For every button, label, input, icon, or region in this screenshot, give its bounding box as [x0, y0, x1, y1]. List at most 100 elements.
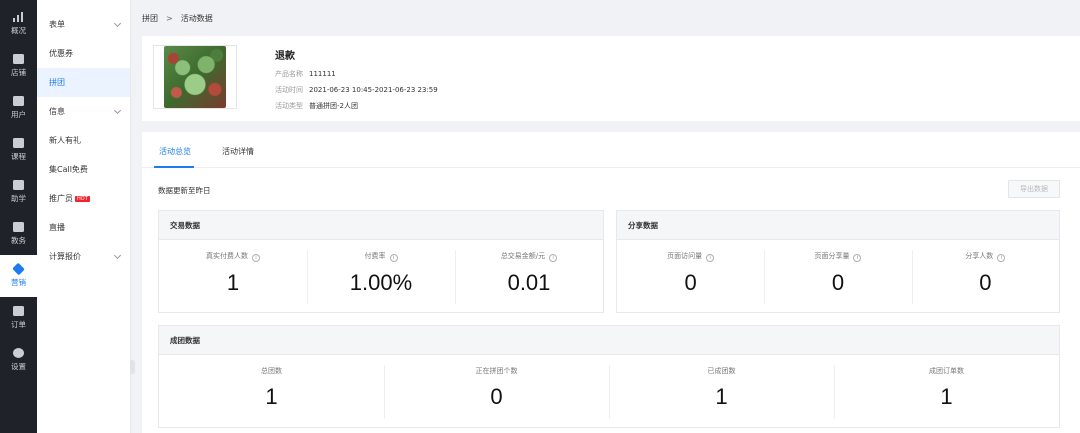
tab-overview[interactable]: 活动总览 [159, 146, 191, 157]
metric-label-wrap: 页面分享量 i [764, 251, 911, 262]
info-circle-icon[interactable]: i [706, 254, 715, 262]
metric-value: 0 [831, 270, 845, 295]
info-value: 普通拼团-2人团 [309, 102, 358, 110]
metric-label: 分享人数 [965, 252, 994, 260]
info-circle-icon[interactable]: i [389, 254, 398, 262]
rail-label: 订单 [11, 320, 26, 329]
product-card: 退款 产品名称 111111 活动时间 2021-06-23 10:45-2021-… [142, 36, 1080, 121]
rail-label: 教务 [11, 236, 26, 245]
menu-item-label: 新人有礼 [49, 136, 81, 145]
menu-item-label: 优惠券 [49, 49, 73, 58]
menu-item-live[interactable]: 直播 [37, 213, 130, 242]
metric-value: 1 [226, 270, 240, 295]
chevron-down-icon [113, 19, 122, 27]
export-button[interactable]: 导出数据 [1008, 180, 1060, 198]
menu-item-label: 直播 [49, 223, 65, 232]
rail-item-orders[interactable]: 订单 [0, 297, 37, 339]
breadcrumb-separator: > [166, 14, 173, 23]
primary-nav-rail: 概况 店铺 用户 课程 助学 教务 营销 订单 设置 [0, 0, 37, 433]
metric-paid-users: 真实付费人数 i 1 [159, 240, 307, 312]
clipboard-icon [13, 222, 24, 232]
rail-item-settings[interactable]: 设置 [0, 339, 37, 381]
store-icon [13, 54, 24, 64]
succulent-image [164, 46, 226, 108]
rail-item-overview[interactable]: 概况 [0, 3, 37, 45]
info-row: 产品名称 111111 [275, 69, 336, 79]
box-title: 分享数据 [617, 211, 1059, 240]
menu-item-info[interactable]: 信息 [37, 97, 130, 126]
share-data-box: 分享数据 页面访问量 i 0 页面分享量 i 0 分享人数 i 0 [616, 210, 1060, 313]
metric-label: 总团数 [261, 367, 282, 375]
metric-label-wrap: 总交易金额/元 i [455, 251, 603, 262]
users-icon [13, 96, 24, 106]
info-circle-icon[interactable]: i [853, 254, 862, 262]
metric-value: 0 [979, 270, 992, 295]
info-key: 产品名称 [275, 70, 303, 78]
metric-total-amount: 总交易金额/元 i 0.01 [455, 240, 603, 312]
chevron-down-icon [113, 251, 122, 259]
tag-icon [12, 262, 25, 276]
menu-collapse-handle[interactable] [130, 360, 135, 374]
info-circle-icon[interactable]: i [549, 254, 558, 262]
breadcrumb: 拼团 > 活动数据 [142, 0, 1080, 37]
box-title: 交易数据 [159, 211, 603, 240]
rail-item-store[interactable]: 店铺 [0, 45, 37, 87]
assist-icon [13, 180, 24, 190]
tab-bar: 活动总览 活动详情 [142, 132, 1080, 168]
metric-label-wrap: 真实付费人数 i [159, 251, 307, 262]
info-key: 活动时间 [275, 86, 303, 94]
rail-label: 助学 [11, 194, 26, 203]
rail-label: 设置 [11, 362, 26, 371]
metric-value: 0 [490, 384, 503, 409]
rail-item-courses[interactable]: 课程 [0, 129, 37, 171]
metric-total-groups: 总团数 1 [159, 355, 384, 427]
active-tab-indicator [154, 166, 194, 168]
info-row: 活动时间 2021-06-23 10:45-2021-06-23 23:59 [275, 85, 438, 95]
info-circle-icon[interactable]: i [997, 254, 1006, 262]
bar-chart-icon [13, 12, 24, 22]
info-row: 活动类型 普通拼团-2人团 [275, 101, 358, 111]
menu-item-promoter[interactable]: 推广员 HOT [37, 184, 130, 213]
menu-item-form[interactable]: 表单 [37, 10, 130, 39]
breadcrumb-parent[interactable]: 拼团 [142, 13, 158, 24]
metrics-row: 真实付费人数 i 1 付费率 i 1.00% 总交易金额/元 i 0.01 [159, 240, 603, 312]
metric-value: 0.01 [507, 270, 551, 295]
menu-item-group-buy[interactable]: 拼团 [37, 68, 130, 97]
order-icon [13, 306, 24, 316]
metric-value: 1 [940, 384, 953, 409]
menu-item-quote[interactable]: 计算报价 [37, 242, 130, 271]
menu-item-newcomer-gift[interactable]: 新人有礼 [37, 126, 130, 155]
rail-label: 店铺 [11, 68, 26, 77]
metric-page-views: 页面访问量 i 0 [617, 240, 764, 312]
tab-details[interactable]: 活动详情 [222, 146, 254, 157]
menu-item-label: 集Call免费 [49, 165, 88, 174]
rail-label: 概况 [11, 26, 26, 35]
metric-sharers: 分享人数 i 0 [911, 240, 1059, 312]
metric-page-shares: 页面分享量 i 0 [764, 240, 911, 312]
metric-value: 1 [265, 384, 278, 409]
metric-label: 正在拼团个数 [475, 367, 518, 375]
info-value: 2021-06-23 10:45-2021-06-23 23:59 [309, 86, 438, 94]
menu-item-call-free[interactable]: 集Call免费 [37, 155, 130, 184]
rail-item-marketing[interactable]: 营销 [0, 255, 37, 297]
metric-label: 页面访问量 [667, 252, 703, 260]
hot-badge: HOT [75, 196, 90, 202]
info-circle-icon[interactable]: i [252, 254, 260, 262]
metric-completed-groups: 已成团数 1 [609, 355, 834, 427]
rail-item-users[interactable]: 用户 [0, 87, 37, 129]
metric-label-wrap: 页面访问量 i [617, 251, 764, 262]
menu-item-coupon[interactable]: 优惠券 [37, 39, 130, 68]
metric-label: 总交易金额/元 [500, 252, 546, 260]
rail-item-assist[interactable]: 助学 [0, 171, 37, 213]
rail-item-academic[interactable]: 教务 [0, 213, 37, 255]
rail-label: 课程 [11, 152, 26, 161]
info-key: 活动类型 [275, 102, 303, 110]
metric-ongoing-groups: 正在拼团个数 0 [384, 355, 609, 427]
metrics-row: 总团数 1 正在拼团个数 0 已成团数 1 成团订单数 1 [159, 355, 1059, 427]
metric-label: 已成团数 [707, 367, 736, 375]
main-content: 拼团 > 活动数据 退款 产品名称 111111 活动时间 2021-06-23 1… [142, 0, 1080, 433]
menu-item-label: 推广员 [49, 194, 73, 203]
metric-pay-rate: 付费率 i 1.00% [307, 240, 455, 312]
metrics-row: 页面访问量 i 0 页面分享量 i 0 分享人数 i 0 [617, 240, 1059, 312]
rail-label: 营销 [11, 278, 26, 287]
